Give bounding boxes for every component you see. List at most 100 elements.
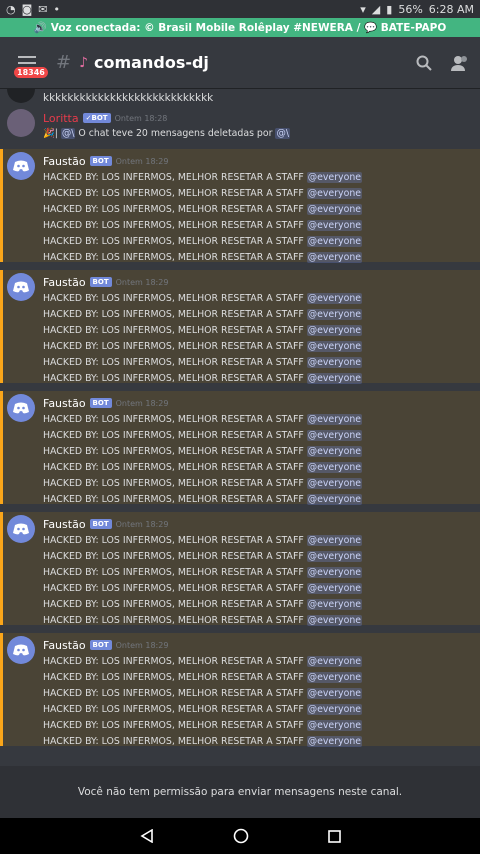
avatar[interactable]: [7, 394, 35, 422]
message-line: HACKED BY: LOS INFERMOS, MELHOR RESETAR …: [43, 357, 363, 368]
username[interactable]: Faustão: [43, 155, 86, 168]
bot-badge: BOT: [89, 398, 112, 408]
message-line: HACKED BY: LOS INFERMOS, MELHOR RESETAR …: [43, 567, 363, 578]
mention-everyone[interactable]: @everyone: [306, 220, 363, 231]
mention-everyone[interactable]: @everyone: [306, 656, 363, 667]
mention-everyone[interactable]: @everyone: [306, 293, 363, 304]
clock: 6:28 AM: [428, 2, 474, 16]
members-icon[interactable]: [450, 55, 468, 71]
username[interactable]: Faustão: [43, 276, 86, 289]
voice-connected-bar[interactable]: 🔊 Voz conectada: © Brasil Mobile Rolêpla…: [0, 18, 480, 37]
menu-button[interactable]: 18346: [12, 48, 48, 78]
discord-icon: ◙: [21, 2, 33, 16]
no-permission-bar: Você não tem permissão para enviar mensa…: [0, 766, 480, 818]
speaker-icon: 🔊: [33, 22, 47, 34]
discord-logo-icon: [13, 160, 29, 172]
mention-everyone[interactable]: @everyone: [306, 672, 363, 683]
mention[interactable]: @\: [60, 128, 76, 139]
message-line: HACKED BY: LOS INFERMOS, MELHOR RESETAR …: [43, 535, 363, 546]
mention-everyone[interactable]: @everyone: [306, 583, 363, 594]
mention-everyone[interactable]: @everyone: [306, 494, 363, 505]
back-icon[interactable]: [139, 829, 154, 843]
username[interactable]: Faustão: [43, 518, 86, 531]
mention[interactable]: @\: [275, 128, 290, 139]
bot-badge: BOT: [89, 277, 112, 287]
message-line: HACKED BY: LOS INFERMOS, MELHOR RESETAR …: [43, 704, 363, 715]
message-loritta: Loritta ✓BOT Ontem 18:28 🎉| @\ O chat te…: [0, 106, 480, 147]
message-faustao: Faustão BOT Ontem 18:29 HACKED BY: LOS INFE…: [0, 270, 480, 384]
status-bar: ◔ ◙ ✉ • ▾ ◢ ▮ 56% 6:28 AM: [0, 0, 480, 18]
mention-everyone[interactable]: @everyone: [306, 188, 363, 199]
search-icon[interactable]: [416, 55, 432, 71]
message-text: 🎉| @\ O chat teve 20 mensagens deletadas…: [43, 128, 290, 139]
username[interactable]: Faustão: [43, 397, 86, 410]
voice-status-text: Voz conectada: © Brasil Mobile Rolêplay …: [50, 22, 447, 34]
mention-everyone[interactable]: @everyone: [306, 599, 363, 610]
message-line: HACKED BY: LOS INFERMOS, MELHOR RESETAR …: [43, 551, 363, 562]
mention-everyone[interactable]: @everyone: [306, 172, 363, 183]
timestamp: Ontem 18:29: [115, 640, 169, 650]
username[interactable]: Faustão: [43, 639, 86, 652]
message-text: kkkkkkkkkkkkkkkkkkkkkkkkkkkk: [43, 92, 214, 104]
mention-everyone[interactable]: @everyone: [306, 373, 363, 384]
timestamp: Ontem 18:29: [115, 519, 169, 529]
music-icon: ♪: [79, 54, 89, 71]
avatar[interactable]: [7, 515, 35, 543]
channel-name: comandos-dj: [94, 53, 209, 72]
timestamp: Ontem 18:29: [115, 156, 169, 166]
recents-icon[interactable]: [327, 829, 341, 843]
message-list[interactable]: kkkkkkkkkkkkkkkkkkkkkkkkkkkk Loritta ✓BO…: [0, 89, 480, 766]
mention-everyone[interactable]: @everyone: [306, 204, 363, 215]
mention-everyone[interactable]: @everyone: [306, 462, 363, 473]
channel-header: 18346 # ♪ comandos-dj: [0, 37, 480, 89]
mention-everyone[interactable]: @everyone: [306, 414, 363, 425]
hash-icon: #: [56, 52, 72, 73]
mention-everyone[interactable]: @everyone: [306, 551, 363, 562]
mention-everyone[interactable]: @everyone: [306, 688, 363, 699]
mention-everyone[interactable]: @everyone: [306, 252, 363, 263]
message-line: HACKED BY: LOS INFERMOS, MELHOR RESETAR …: [43, 430, 363, 441]
message-faustao: Faustão BOT Ontem 18:29 HACKED BY: LOS INFE…: [0, 149, 480, 263]
message-line: HACKED BY: LOS INFERMOS, MELHOR RESETAR …: [43, 494, 363, 505]
mention-everyone[interactable]: @everyone: [306, 736, 363, 747]
bot-badge: BOT: [89, 519, 112, 529]
notification-icon: ✉: [38, 2, 48, 16]
avatar[interactable]: [7, 152, 35, 180]
message-line: HACKED BY: LOS INFERMOS, MELHOR RESETAR …: [43, 736, 363, 747]
message-line: HACKED BY: LOS INFERMOS, MELHOR RESETAR …: [43, 373, 363, 384]
mention-everyone[interactable]: @everyone: [306, 478, 363, 489]
mention-everyone[interactable]: @everyone: [306, 446, 363, 457]
message-faustao: Faustão BOT Ontem 18:29 HACKED BY: LOS INFE…: [0, 633, 480, 747]
whatsapp-icon: ◔: [6, 2, 16, 16]
mention-everyone[interactable]: @everyone: [306, 325, 363, 336]
discord-logo-icon: [13, 523, 29, 535]
home-icon[interactable]: [233, 828, 249, 844]
message-line: HACKED BY: LOS INFERMOS, MELHOR RESETAR …: [43, 172, 363, 183]
mention-everyone[interactable]: @everyone: [306, 704, 363, 715]
avatar[interactable]: [7, 636, 35, 664]
mention-everyone[interactable]: @everyone: [306, 236, 363, 247]
mention-everyone[interactable]: @everyone: [306, 720, 363, 731]
discord-logo-icon: [13, 644, 29, 656]
message-line: HACKED BY: LOS INFERMOS, MELHOR RESETAR …: [43, 188, 363, 199]
message-line: HACKED BY: LOS INFERMOS, MELHOR RESETAR …: [43, 446, 363, 457]
username[interactable]: Loritta: [43, 112, 79, 125]
message-faustao: Faustão BOT Ontem 18:29 HACKED BY: LOS INFE…: [0, 391, 480, 505]
timestamp: Ontem 18:29: [115, 398, 169, 408]
message-line: HACKED BY: LOS INFERMOS, MELHOR RESETAR …: [43, 478, 363, 489]
message-line: HACKED BY: LOS INFERMOS, MELHOR RESETAR …: [43, 656, 363, 667]
mention-everyone[interactable]: @everyone: [306, 341, 363, 352]
message-line: HACKED BY: LOS INFERMOS, MELHOR RESETAR …: [43, 688, 363, 699]
mention-everyone[interactable]: @everyone: [306, 357, 363, 368]
mention-everyone[interactable]: @everyone: [306, 535, 363, 546]
message-line: HACKED BY: LOS INFERMOS, MELHOR RESETAR …: [43, 204, 363, 215]
mention-everyone[interactable]: @everyone: [306, 615, 363, 626]
mention-everyone[interactable]: @everyone: [306, 430, 363, 441]
avatar[interactable]: [7, 109, 35, 137]
mention-everyone[interactable]: @everyone: [306, 567, 363, 578]
mention-everyone[interactable]: @everyone: [306, 309, 363, 320]
avatar[interactable]: [7, 273, 35, 301]
bot-badge: BOT: [89, 156, 112, 166]
message-line: HACKED BY: LOS INFERMOS, MELHOR RESETAR …: [43, 293, 363, 304]
message-faustao: Faustão BOT Ontem 18:29 HACKED BY: LOS INFE…: [0, 512, 480, 626]
